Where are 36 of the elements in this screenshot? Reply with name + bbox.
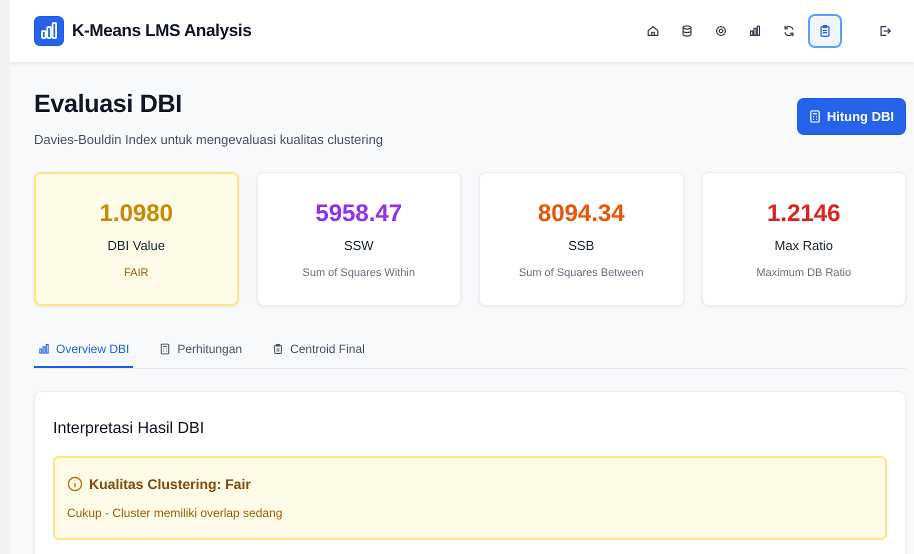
database-icon: [680, 24, 694, 38]
stat-value: 5958.47: [315, 200, 402, 228]
clipboard-icon: [272, 343, 284, 355]
calculator-icon: [808, 110, 821, 123]
bar-chart-icon: [748, 24, 762, 38]
page-title: Evaluasi DBI: [34, 90, 183, 119]
clipboard-icon: [818, 24, 832, 38]
alert-title: Kualitas Clustering: Fair: [89, 476, 251, 492]
page-subtitle: Davies-Bouldin Index untuk mengevaluasi kualitas clustering: [34, 132, 384, 147]
settings-icon: [714, 24, 728, 38]
stat-note: FAIR: [124, 266, 148, 278]
refresh-icon: [782, 24, 796, 38]
stat-label: SSB: [568, 238, 594, 252]
stat-label: Max Ratio: [774, 238, 834, 252]
stat-value: 1.2146: [767, 200, 840, 228]
info-icon: [67, 476, 83, 492]
stat-label: SSW: [344, 238, 374, 252]
tab[interactable]: Perhitungan: [155, 334, 246, 368]
panel-title: Interpretasi Hasil DBI: [53, 420, 206, 438]
tab[interactable]: Centroid Final: [268, 334, 369, 368]
logo-icon: [34, 16, 64, 46]
nav-button[interactable]: [808, 14, 842, 48]
tab[interactable]: Overview DBI: [34, 334, 134, 368]
bar-chart-icon: [38, 343, 50, 355]
stat-label: DBI Value: [107, 238, 166, 252]
stat-note: Sum of Squares Between: [518, 266, 644, 278]
app-title: K-Means LMS Analysis: [72, 21, 252, 41]
alert-text: Cukup - Cluster memiliki overlap sedang: [67, 506, 284, 520]
calculate-button[interactable]: Hitung DBI: [796, 98, 906, 135]
home-icon: [646, 24, 660, 38]
stat-note: Sum of Squares Within: [302, 266, 415, 278]
calculator-icon: [159, 343, 172, 355]
stat-note: Maximum DB Ratio: [756, 266, 852, 278]
logout-icon: [878, 24, 892, 38]
stat-value: 8094.34: [538, 200, 625, 228]
stat-value: 1.0980: [100, 200, 173, 228]
